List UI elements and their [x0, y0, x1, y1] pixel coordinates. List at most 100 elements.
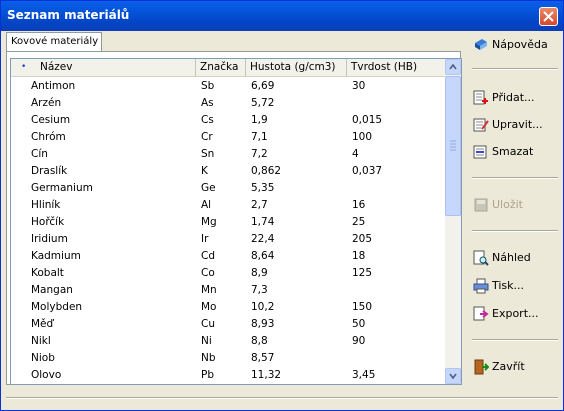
cell-name: Hořčík	[31, 216, 65, 228]
print-button-label: Tisk...	[492, 279, 525, 292]
export-button[interactable]: Export...	[467, 303, 551, 325]
cell-name: Olovo	[31, 369, 62, 381]
cell-density: 5,72	[251, 97, 275, 109]
cell-symbol: K	[201, 165, 208, 177]
cell-hardness: 90	[352, 335, 366, 347]
export-button-label: Export...	[492, 307, 539, 320]
cell-name: Kadmium	[31, 250, 81, 262]
cell-name: Arzén	[31, 97, 62, 109]
column-header-name[interactable]: • Název	[11, 59, 196, 76]
cell-name: Molybden	[31, 301, 83, 313]
table-row[interactable]: Arzén As 5,72	[11, 95, 445, 112]
cell-density: 8,57	[251, 352, 275, 364]
delete-button[interactable]: Smazat	[467, 141, 547, 163]
cell-symbol: Pb	[201, 369, 214, 381]
cell-symbol: Mn	[201, 284, 217, 296]
table-row[interactable]: Kobalt Co 8,9 125	[11, 265, 445, 282]
scroll-down-button[interactable]	[445, 368, 461, 384]
delete-row-icon	[473, 145, 487, 159]
save-button[interactable]: Uložit	[467, 194, 547, 216]
scroll-thumb[interactable]	[445, 76, 461, 216]
book-icon	[475, 39, 487, 50]
table-row[interactable]: Olovo Pb 11,32 3,45	[11, 367, 445, 384]
cell-density: 1,9	[251, 114, 268, 126]
cell-hardness: 18	[352, 250, 366, 262]
cell-hardness: 30	[352, 80, 366, 92]
cell-name: Měď	[31, 318, 54, 330]
column-header-hardness[interactable]: Tvrdost (HB)	[347, 59, 445, 76]
table-row[interactable]: Cín Sn 7,2 4	[11, 146, 445, 163]
cell-name: Mangan	[31, 284, 73, 296]
separator	[472, 177, 558, 179]
sort-indicator: •	[21, 62, 27, 72]
cell-symbol: Al	[201, 199, 212, 211]
cell-symbol: Nb	[201, 352, 216, 364]
cell-density: 1,74	[251, 216, 275, 228]
table-row[interactable]: Nikl Ni 8,8 90	[11, 333, 445, 350]
close-button-label: Zavřít	[492, 360, 525, 373]
cell-symbol: Ir	[201, 233, 209, 245]
edit-button[interactable]: Upravit...	[467, 114, 553, 136]
printer-icon	[473, 278, 489, 294]
table-row[interactable]: Měď Cu 8,93 50	[11, 316, 445, 333]
cell-density: 8,8	[251, 335, 268, 347]
cell-density: 8,64	[251, 250, 275, 262]
table-row[interactable]: Niob Nb 8,57	[11, 350, 445, 367]
cell-density: 10,2	[251, 301, 275, 313]
table-row[interactable]: Chróm Cr 7,1 100	[11, 129, 445, 146]
close-button[interactable]: Zavřít	[467, 356, 547, 378]
title-bar[interactable]: Seznam materiálů	[1, 1, 563, 31]
help-button[interactable]: Nápověda	[467, 34, 559, 56]
table-row[interactable]: Hliník Al 2,7 16	[11, 197, 445, 214]
table-row[interactable]: Molybden Mo 10,2 150	[11, 299, 445, 316]
grip-icon	[450, 140, 456, 151]
cell-name: Antimon	[31, 80, 76, 92]
cell-name: Draslík	[31, 165, 68, 177]
table-row[interactable]: Mangan Mn 7,3	[11, 282, 445, 299]
cell-name: Nikl	[31, 335, 51, 347]
preview-button[interactable]: Náhled	[467, 247, 547, 269]
table-header: • Název Značka Hustota (g/cm3) Tvrdost (…	[11, 59, 445, 77]
column-header-label: Tvrdost (HB)	[351, 61, 418, 73]
cell-hardness: 16	[352, 199, 366, 211]
print-preview-icon	[473, 250, 489, 266]
cell-symbol: Sn	[201, 148, 215, 160]
scroll-up-button[interactable]	[445, 59, 461, 75]
add-button[interactable]: Přidat...	[467, 87, 547, 109]
column-header-density[interactable]: Hustota (g/cm3)	[246, 59, 347, 76]
close-window-button[interactable]	[539, 7, 558, 26]
cell-density: 8,93	[251, 318, 275, 330]
column-header-label: Hustota (g/cm3)	[250, 61, 336, 73]
table-row[interactable]: Antimon Sb 6,69 30	[11, 78, 445, 95]
floppy-disk-icon	[474, 198, 488, 212]
export-icon	[473, 306, 489, 321]
cell-hardness: 150	[352, 301, 373, 313]
column-header-label: Název	[40, 61, 73, 73]
cell-density: 6,69	[251, 80, 275, 92]
cell-name: Cín	[31, 148, 48, 160]
table-row[interactable]: Iridium Ir 22,4 205	[11, 231, 445, 248]
add-row-icon	[473, 90, 488, 105]
table-row[interactable]: Germanium Ge 5,35	[11, 180, 445, 197]
print-button[interactable]: Tisk...	[467, 275, 547, 297]
vertical-scrollbar[interactable]	[445, 59, 461, 384]
cell-hardness: 205	[352, 233, 373, 245]
delete-button-label: Smazat	[492, 145, 534, 158]
cell-symbol: Mo	[201, 301, 217, 313]
tab-kovove-materialy[interactable]: Kovové materiály	[6, 32, 102, 51]
window-title: Seznam materiálů	[7, 8, 130, 22]
table-row[interactable]: Hořčík Mg 1,74 25	[11, 214, 445, 231]
cell-hardness: 100	[352, 131, 373, 143]
help-button-label: Nápověda	[492, 38, 548, 51]
cell-hardness: 3,45	[352, 369, 376, 381]
table-row[interactable]: Cesium Cs 1,9 0,015	[11, 112, 445, 129]
cell-symbol: Sb	[201, 80, 215, 92]
cell-name: Niob	[31, 352, 55, 364]
column-header-symbol[interactable]: Značka	[196, 59, 246, 76]
table-row[interactable]: Kadmium Cd 8,64 18	[11, 248, 445, 265]
cell-name: Kobalt	[31, 267, 64, 279]
table-row[interactable]: Draslík K 0,862 0,037	[11, 163, 445, 180]
cell-symbol: Cd	[201, 250, 215, 262]
separator	[472, 339, 558, 341]
materials-table[interactable]: • Název Značka Hustota (g/cm3) Tvrdost (…	[10, 58, 462, 385]
